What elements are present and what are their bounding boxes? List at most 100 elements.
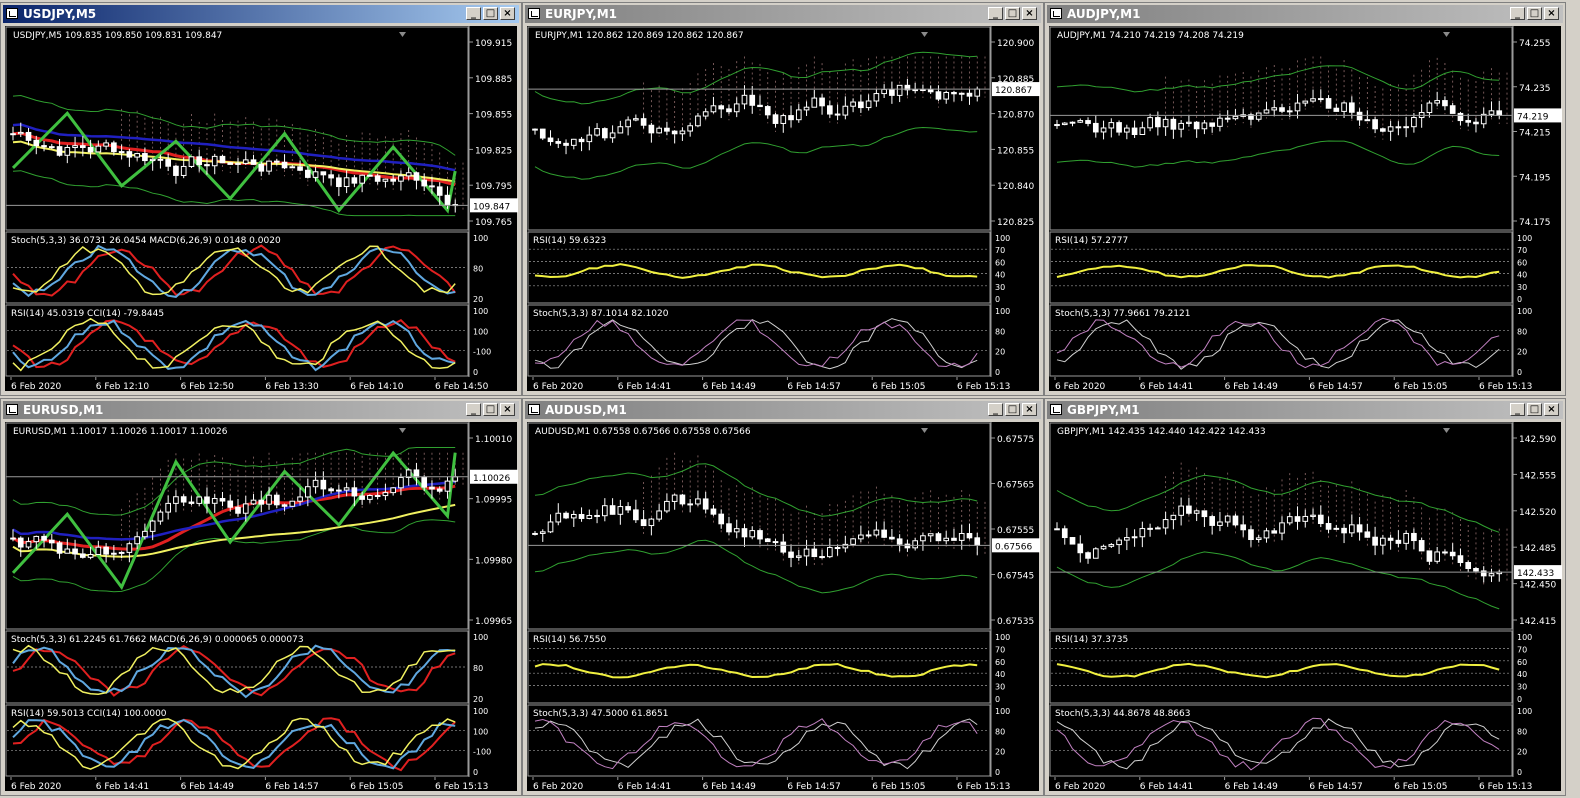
candle — [1116, 122, 1122, 133]
chart-canvas[interactable]: 142.433 142.590 142.555 142.520 142.485 142.4… — [1049, 422, 1563, 793]
chart-canvas[interactable]: 120.867 120.900 120.885 120.870 120.855 120.8… — [527, 26, 1041, 393]
candle — [1186, 121, 1192, 124]
candle — [757, 104, 763, 108]
candle — [1201, 122, 1208, 130]
indicator-level-label: 20 — [995, 748, 1005, 757]
candle — [1294, 516, 1301, 522]
chart-canvas[interactable]: 109.847 109.915 109.885 109.855 109.825 109.7… — [5, 26, 519, 393]
shift-marker-icon[interactable] — [399, 32, 406, 37]
candle — [974, 88, 981, 97]
candle — [1317, 514, 1324, 525]
minimize-button[interactable]: _ — [988, 403, 1003, 416]
time-axis-label: 6 Feb 14:41 — [618, 382, 671, 392]
close-button[interactable]: × — [500, 403, 515, 416]
candle — [250, 159, 257, 165]
candle — [772, 114, 779, 124]
candle — [625, 119, 631, 128]
price-scale-label: 142.590 — [1519, 435, 1556, 445]
chart-area[interactable]: 0.67566 0.67575 0.67565 0.67555 0.67545 0.675… — [527, 422, 1041, 793]
time-axis-label: 6 Feb 15:05 — [872, 382, 925, 392]
indicator-level-label: 20 — [995, 348, 1005, 357]
maximize-button[interactable]: □ — [483, 403, 498, 416]
candle — [1279, 522, 1285, 534]
minimize-button[interactable]: _ — [466, 403, 481, 416]
chart-window-audusd[interactable]: AUDUSD,M1 _ □ × 0.67566 0.67575 0.67565 0.67555… — [522, 398, 1044, 796]
candle — [1395, 539, 1402, 544]
candle — [1263, 530, 1270, 539]
window-titlebar[interactable]: GBPJPY,M1 _ □ × — [1047, 401, 1563, 419]
maximize-button[interactable]: □ — [1527, 7, 1542, 20]
candle — [842, 105, 849, 116]
minimize-button[interactable]: _ — [1510, 403, 1525, 416]
shift-marker-icon[interactable] — [921, 32, 928, 37]
chart-area[interactable]: 74.219 74.255 74.235 74.215 74.195 74.175 AUDJ… — [1049, 26, 1563, 393]
candle — [664, 127, 670, 132]
candle — [1232, 115, 1239, 120]
window-titlebar[interactable]: EURJPY,M1 _ □ × — [525, 5, 1041, 23]
indicator-level-label: 100 — [473, 234, 488, 243]
chart-area[interactable]: 120.867 120.900 120.885 120.870 120.855 120.8… — [527, 26, 1041, 393]
maximize-button[interactable]: □ — [483, 7, 498, 20]
candle — [180, 165, 187, 176]
candle — [633, 509, 639, 521]
time-axis-label: 6 Feb 2020 — [533, 782, 584, 792]
window-titlebar[interactable]: AUDUSD,M1 _ □ × — [525, 401, 1041, 419]
chart-window-eurjpy[interactable]: EURJPY,M1 _ □ × 120.867 120.900 120.885 120.870… — [522, 2, 1044, 396]
chart-window-icon — [6, 8, 18, 19]
chart-canvas[interactable]: 74.219 74.255 74.235 74.215 74.195 74.175 AUDJ… — [1049, 26, 1563, 393]
close-button[interactable]: × — [1544, 403, 1559, 416]
shift-marker-icon[interactable] — [921, 428, 928, 433]
candle — [305, 486, 311, 498]
window-titlebar[interactable]: USDJPY,M5 _ □ × — [3, 5, 519, 23]
candle — [687, 125, 694, 132]
maximize-button[interactable]: □ — [1527, 403, 1542, 416]
shift-marker-icon[interactable] — [1443, 428, 1450, 433]
candle — [165, 502, 172, 513]
time-axis-label: 6 Feb 15:05 — [872, 782, 925, 792]
chart-area[interactable]: 142.433 142.590 142.555 142.520 142.485 142.4… — [1049, 422, 1563, 793]
candle — [625, 506, 631, 511]
candle — [811, 97, 818, 108]
candle — [640, 118, 647, 126]
minimize-button[interactable]: _ — [988, 7, 1003, 20]
candle — [865, 534, 872, 537]
shift-marker-icon[interactable] — [399, 428, 406, 433]
chart-window-eurusd[interactable]: EURUSD,M1 _ □ × 1.10026 1.10010 1.09995 1.09980… — [0, 398, 522, 796]
chart-window-usdjpy[interactable]: USDJPY,M5 _ □ × 109.847 109.915 109.885 109.855… — [0, 2, 522, 396]
maximize-button[interactable]: □ — [1005, 403, 1020, 416]
indicator-level-label: 60 — [995, 658, 1005, 667]
indicator-level-label: 70 — [995, 246, 1005, 255]
indicator-level-label: 80 — [1517, 327, 1527, 336]
close-button[interactable]: × — [1022, 7, 1037, 20]
chart-area[interactable]: 1.10026 1.10010 1.09995 1.09980 1.09965 EURUS… — [5, 422, 519, 793]
close-button[interactable]: × — [1022, 403, 1037, 416]
candle — [1418, 540, 1425, 552]
chart-canvas[interactable]: 1.10026 1.10010 1.09995 1.09980 1.09965 EURUS… — [5, 422, 519, 793]
maximize-button[interactable]: □ — [1005, 7, 1020, 20]
time-axis-label: 6 Feb 15:13 — [435, 782, 488, 792]
candle — [648, 124, 655, 134]
candlesticks — [1054, 497, 1503, 583]
candle — [149, 520, 156, 532]
shift-marker-icon[interactable] — [1443, 32, 1450, 37]
minimize-button[interactable]: _ — [1510, 7, 1525, 20]
window-titlebar[interactable]: AUDJPY,M1 _ □ × — [1047, 5, 1563, 23]
chart-canvas[interactable]: 0.67566 0.67575 0.67565 0.67555 0.67545 0.675… — [527, 422, 1041, 793]
candle — [157, 158, 164, 161]
candle — [25, 541, 32, 548]
indicator-level-label: 60 — [995, 258, 1005, 267]
window-titlebar[interactable]: EURUSD,M1 _ □ × — [3, 401, 519, 419]
indicator-level-label: 100 — [473, 727, 488, 736]
close-button[interactable]: × — [500, 7, 515, 20]
chart-window-gbpjpy[interactable]: GBPJPY,M1 _ □ × 142.433 142.590 142.555 142.520… — [1044, 398, 1566, 796]
chart-window-audjpy[interactable]: AUDJPY,M1 _ □ × 74.219 74.255 74.235 74.215 74.1… — [1044, 2, 1566, 396]
price-scale-label: 120.825 — [997, 218, 1034, 228]
chart-area[interactable]: 109.847 109.915 109.885 109.855 109.825 109.7… — [5, 26, 519, 393]
candle — [173, 165, 179, 176]
minimize-button[interactable]: _ — [466, 7, 481, 20]
indicator-level-label: 20 — [473, 695, 483, 704]
candle — [126, 151, 133, 158]
close-button[interactable]: × — [1544, 7, 1559, 20]
candle — [1473, 121, 1479, 125]
candle — [33, 139, 40, 147]
